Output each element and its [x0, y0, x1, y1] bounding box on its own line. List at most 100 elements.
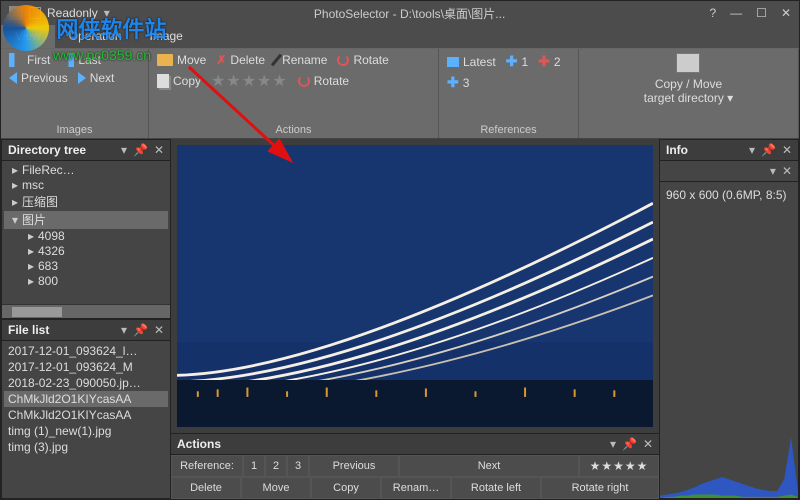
- info-panel-title: Info: [666, 143, 749, 157]
- next-button[interactable]: Next: [78, 71, 115, 85]
- close-icon[interactable]: ✕: [782, 143, 792, 157]
- first-icon: [9, 53, 23, 67]
- readonly-checkbox[interactable]: [29, 7, 41, 19]
- image-preview[interactable]: [177, 145, 653, 427]
- rename-button[interactable]: Renam…: [381, 477, 451, 499]
- target-directory-button[interactable]: Copy / Move target directory ▾: [644, 53, 733, 105]
- pin-icon[interactable]: 📌: [761, 143, 776, 157]
- last-button[interactable]: Last: [60, 53, 101, 67]
- rating-stars[interactable]: ★★★★★: [211, 71, 288, 91]
- directory-tree-title: Directory tree: [8, 143, 121, 157]
- folder-icon: [157, 54, 173, 66]
- move-button[interactable]: Move: [157, 53, 206, 67]
- minimize-icon[interactable]: [730, 6, 742, 20]
- rotate-right-button[interactable]: Rotate: [298, 71, 349, 91]
- pin-icon[interactable]: 📌: [133, 143, 148, 157]
- ref2-button[interactable]: ✚2: [538, 53, 560, 70]
- previous-button[interactable]: Previous: [309, 455, 399, 477]
- rotate-icon: [337, 54, 349, 66]
- latest-button[interactable]: Latest: [447, 53, 496, 70]
- close-icon[interactable]: ✕: [154, 143, 164, 157]
- next-button[interactable]: Next: [399, 455, 579, 477]
- close-icon[interactable]: ✕: [154, 323, 164, 337]
- info-sub-header: ▾✕: [660, 161, 798, 182]
- tab-view[interactable]: View: [1, 25, 55, 48]
- delete-button[interactable]: Delete: [171, 477, 241, 499]
- info-panel-header[interactable]: Info ▾ 📌 ✕: [660, 140, 798, 161]
- histogram: [660, 428, 798, 498]
- rating-stars[interactable]: ★★★★★: [579, 455, 659, 477]
- ribbon-group-references-label: References: [447, 122, 570, 136]
- plus-icon: ✚: [447, 74, 459, 91]
- pin-icon[interactable]: 📌: [133, 323, 148, 337]
- app-icon: [9, 6, 23, 20]
- close-icon[interactable]: [781, 6, 791, 20]
- titlebar: Readonly ▾ PhotoSelector - D:\tools\桌面\图…: [1, 1, 799, 25]
- tree-item: ▸683: [4, 259, 168, 274]
- plus-icon: ✚: [506, 53, 518, 70]
- tab-operation[interactable]: Operation: [55, 25, 136, 48]
- rotate-left-button[interactable]: Rotate: [337, 53, 388, 67]
- copy-button[interactable]: Copy: [311, 477, 381, 499]
- list-item: ChMkJld2O1KIYcasAA: [4, 407, 168, 423]
- close-icon[interactable]: ✕: [643, 437, 653, 451]
- pin-icon[interactable]: 📌: [622, 437, 637, 451]
- tree-item: ▸msc: [4, 178, 168, 193]
- picture-icon: [676, 53, 700, 73]
- panel-menu-icon[interactable]: ▾: [121, 143, 127, 157]
- file-list-header[interactable]: File list ▾ 📌 ✕: [2, 320, 170, 341]
- previous-icon: [9, 72, 17, 84]
- window-title: PhotoSelector - D:\tools\桌面\图片...: [110, 5, 710, 22]
- ribbon-group-images-label: Images: [9, 122, 140, 136]
- next-icon: [78, 72, 86, 84]
- ref1-button[interactable]: ✚1: [506, 53, 528, 70]
- rotate-right-button[interactable]: Rotate right: [541, 477, 659, 499]
- help-icon[interactable]: [709, 6, 716, 20]
- list-item: 2017-12-01_093624_l…: [4, 343, 168, 359]
- delete-icon: ✗: [216, 53, 226, 67]
- file-list-title: File list: [8, 323, 121, 337]
- rename-button[interactable]: Rename: [275, 53, 327, 67]
- ribbon-group-actions-label: Actions: [157, 122, 430, 136]
- first-button[interactable]: First: [9, 53, 50, 67]
- ref3-button[interactable]: ✚3: [447, 74, 469, 91]
- list-item: timg (3).jpg: [4, 439, 168, 455]
- tree-item: ▸FileRec…: [4, 163, 168, 178]
- move-button[interactable]: Move: [241, 477, 311, 499]
- close-icon[interactable]: ✕: [782, 164, 792, 178]
- rotate-left-button[interactable]: Rotate left: [451, 477, 541, 499]
- ribbon: First Last Previous Next Images Move ✗De…: [1, 49, 799, 139]
- maximize-icon[interactable]: [756, 6, 767, 20]
- actions-panel-header[interactable]: Actions ▾ 📌 ✕: [171, 434, 659, 455]
- pencil-icon: [271, 54, 282, 67]
- directory-tree-header[interactable]: Directory tree ▾ 📌 ✕: [2, 140, 170, 161]
- delete-button[interactable]: ✗Delete: [216, 53, 265, 67]
- previous-button[interactable]: Previous: [9, 71, 68, 85]
- last-icon: [60, 53, 74, 67]
- file-list[interactable]: 2017-12-01_093624_l… 2017-12-01_093624_M…: [2, 341, 170, 498]
- plus-icon: ✚: [538, 53, 550, 70]
- ribbon-tabs: View Operation Image: [1, 25, 799, 49]
- tree-item: ▸800: [4, 274, 168, 289]
- panel-menu-icon[interactable]: ▾: [610, 437, 616, 451]
- tree-item: ▸压缩图: [4, 193, 168, 211]
- panel-menu-icon[interactable]: ▾: [770, 164, 776, 178]
- tree-item: ▾图片: [4, 211, 168, 229]
- ref1-button[interactable]: 1: [243, 455, 265, 477]
- panel-menu-icon[interactable]: ▾: [749, 143, 755, 157]
- tab-image[interactable]: Image: [136, 25, 197, 48]
- tag-icon: [447, 57, 459, 67]
- directory-tree[interactable]: ▸FileRec… ▸msc ▸压缩图 ▾图片 ▸4098 ▸4326 ▸683…: [2, 161, 170, 304]
- image-dimensions: 960 x 600 (0.6MP, 8:5): [666, 188, 792, 202]
- copy-button[interactable]: Copy: [157, 71, 201, 91]
- list-item: ChMkJld2O1KIYcasAA: [4, 391, 168, 407]
- readonly-label: Readonly: [47, 6, 98, 20]
- tree-item: ▸4326: [4, 244, 168, 259]
- tree-item: ▸4098: [4, 229, 168, 244]
- ref3-button[interactable]: 3: [287, 455, 309, 477]
- ref2-button[interactable]: 2: [265, 455, 287, 477]
- tree-scrollbar[interactable]: [2, 304, 170, 318]
- actions-panel-title: Actions: [177, 437, 610, 451]
- panel-menu-icon[interactable]: ▾: [121, 323, 127, 337]
- list-item: 2018-02-23_090050.jp…: [4, 375, 168, 391]
